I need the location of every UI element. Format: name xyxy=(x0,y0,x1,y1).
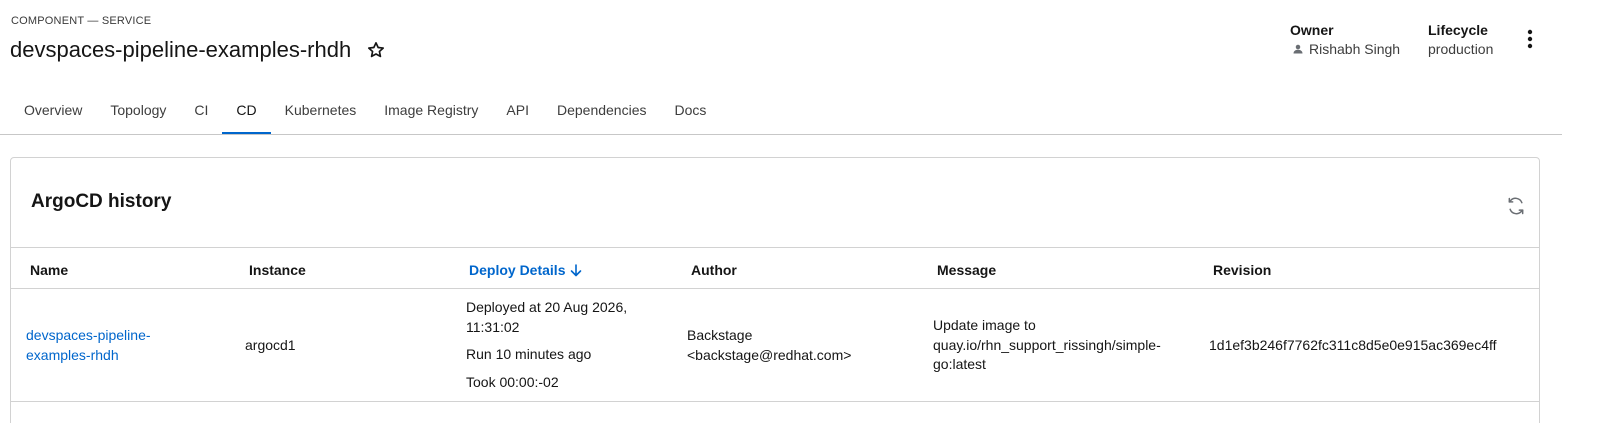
lifecycle-meta: Lifecycle production xyxy=(1428,22,1493,57)
message-cell: Update image to quay.io/rhn_support_riss… xyxy=(933,316,1161,375)
author-cell: Backstage <backstage@redhat.com> xyxy=(687,326,851,365)
app-name-line1: devspaces-pipeline- xyxy=(26,327,151,343)
revision-cell: 1d1ef3b246f7762fc311c8d5e0e915ac369ec4ff xyxy=(1209,337,1497,353)
app-name-line2: examples-rhdh xyxy=(26,346,119,363)
deployed-at-line2: 11:31:02 xyxy=(466,318,520,335)
took-text: Took 00:00:-02 xyxy=(466,373,559,390)
card-title: ArgoCD history xyxy=(31,191,172,212)
lifecycle-value: production xyxy=(1428,41,1494,57)
entity-kind: COMPONENT — SERVICE xyxy=(11,15,152,27)
owner-value[interactable]: Rishabh Singh xyxy=(1290,41,1400,57)
instance-cell: argocd1 xyxy=(245,337,296,353)
lifecycle-label: Lifecycle xyxy=(1428,22,1488,38)
column-header-instance[interactable]: Instance xyxy=(249,262,306,278)
column-header-author[interactable]: Author xyxy=(691,262,737,278)
tab-bar: Overview Topology CI CD Kubernetes Image… xyxy=(10,92,720,135)
tab-ci[interactable]: CI xyxy=(180,92,222,135)
deploy-details-cell: Deployed at 20 Aug 2026, 11:31:02 Run 10… xyxy=(466,298,627,392)
owner-name: Rishabh Singh xyxy=(1309,41,1401,57)
tab-cd[interactable]: CD xyxy=(222,92,271,135)
star-icon[interactable] xyxy=(365,39,387,61)
tab-docs[interactable]: Docs xyxy=(661,92,721,135)
app-name-link[interactable]: devspaces-pipeline- examples-rhdh xyxy=(26,326,151,365)
tab-api[interactable]: API xyxy=(492,92,543,135)
deploy-details-label: Deploy Details xyxy=(469,262,566,278)
header-divider xyxy=(11,288,1539,289)
column-header-revision[interactable]: Revision xyxy=(1213,262,1271,278)
title-row: devspaces-pipeline-examples-rhdh xyxy=(10,37,387,63)
arrow-down-icon xyxy=(571,263,582,276)
tabs-divider xyxy=(0,134,1562,135)
tab-image-registry[interactable]: Image Registry xyxy=(370,92,492,135)
owner-label: Owner xyxy=(1290,22,1334,38)
message-line3: go:latest xyxy=(933,356,986,372)
refresh-icon[interactable] xyxy=(1505,195,1527,217)
message-line1: Update image to xyxy=(933,317,1036,333)
person-icon xyxy=(1293,44,1303,54)
page-title: devspaces-pipeline-examples-rhdh xyxy=(10,37,352,62)
message-line2: quay.io/rhn_support_rissingh/simple- xyxy=(933,336,1161,353)
entity-header: COMPONENT — SERVICE devspaces-pipeline-e… xyxy=(0,0,1623,92)
column-header-name[interactable]: Name xyxy=(30,262,68,278)
author-name: Backstage xyxy=(687,327,753,343)
tab-kubernetes[interactable]: Kubernetes xyxy=(271,92,371,135)
column-header-message[interactable]: Message xyxy=(937,262,996,278)
argocd-history-card: ArgoCD history Name Instance Deploy Deta… xyxy=(10,157,1540,423)
tab-dependencies[interactable]: Dependencies xyxy=(543,92,661,135)
card-divider xyxy=(11,247,1539,248)
column-header-deploy-details[interactable]: Deploy Details xyxy=(469,262,582,278)
deployed-at-line1: Deployed at 20 Aug 2026, xyxy=(466,299,628,315)
row-divider xyxy=(11,401,1539,402)
run-text: Run 10 minutes ago xyxy=(466,346,592,362)
tab-overview[interactable]: Overview xyxy=(10,92,96,135)
kebab-menu-icon[interactable] xyxy=(1520,28,1540,50)
tab-topology[interactable]: Topology xyxy=(96,92,180,135)
owner-meta: Owner Rishabh Singh xyxy=(1290,22,1400,57)
author-email: <backstage@redhat.com> xyxy=(687,346,852,363)
